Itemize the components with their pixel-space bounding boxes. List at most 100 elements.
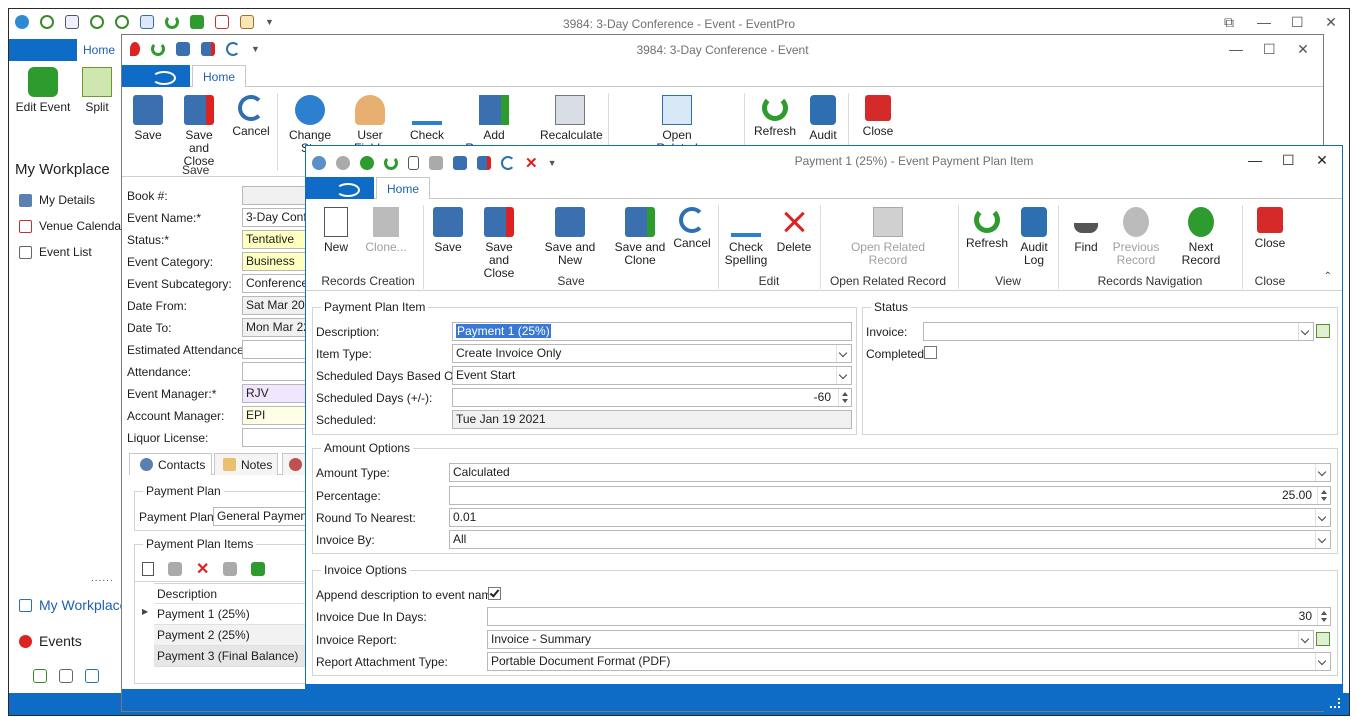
percentage-field[interactable]: 25.00 [449, 486, 1331, 505]
nav-item-venue-calendar[interactable]: Venue Calendar [19, 219, 125, 233]
save-and-close-button[interactable]: Save and Close [174, 95, 224, 168]
spinner-icon[interactable] [838, 389, 851, 406]
table-row[interactable]: Payment 1 (25%) [154, 604, 314, 625]
clone-button[interactable]: Clone... [362, 207, 410, 254]
add-invoice-icon[interactable] [1316, 324, 1330, 338]
invoice-due-field[interactable]: 30 [487, 607, 1331, 626]
description-field[interactable]: Payment 1 (25%) [452, 322, 852, 341]
tab-contacts[interactable]: Contacts [129, 453, 212, 475]
delete-icon[interactable]: ✕ [525, 154, 538, 172]
nav-item-event-list[interactable]: Event List [19, 245, 92, 259]
collapse-ribbon-icon[interactable]: ⌃ [1324, 271, 1332, 282]
audit-button[interactable]: Audit [806, 95, 840, 142]
minimize-button[interactable]: — [1229, 41, 1243, 58]
refresh-icon[interactable] [384, 156, 398, 170]
tab-more[interactable] [282, 453, 306, 475]
new-button[interactable]: New [318, 207, 354, 254]
nav-events[interactable]: Events [19, 633, 82, 649]
event-manager-field[interactable]: RJV [242, 384, 312, 403]
delete-icon[interactable]: ✕ [196, 559, 209, 579]
printer-icon[interactable] [59, 669, 73, 683]
open-related-icon[interactable] [251, 562, 266, 576]
chevron-down-icon[interactable] [836, 345, 851, 362]
event-home-tab[interactable]: Home [192, 65, 247, 88]
spinner-icon[interactable] [1317, 487, 1330, 504]
save-and-close-button[interactable]: Save and Close [474, 207, 524, 280]
up-icon[interactable] [336, 156, 350, 170]
chevron-down-icon[interactable] [1315, 531, 1330, 548]
chevron-down-icon[interactable] [836, 367, 851, 384]
event-name-field[interactable]: 3-Day Confe [242, 208, 312, 227]
date-to-field[interactable]: Mon Mar 22 [242, 318, 312, 337]
subcategory-field[interactable]: Conference [242, 274, 312, 293]
save-close-icon[interactable] [477, 156, 491, 170]
invoice-by-select[interactable]: All [449, 530, 1331, 549]
minimize-button[interactable]: — [1248, 152, 1262, 169]
chevron-down-icon[interactable] [1315, 464, 1330, 481]
event-file-tab[interactable] [122, 65, 190, 87]
category-field[interactable]: Business [242, 252, 312, 271]
attachment-type-select[interactable]: Portable Document Format (PDF) [487, 652, 1331, 671]
item-file-tab[interactable] [306, 177, 374, 199]
new-icon[interactable] [408, 156, 419, 170]
invoice-select[interactable] [923, 322, 1314, 341]
chevron-down-icon[interactable] [1298, 631, 1313, 648]
split-button[interactable]: Split [81, 67, 113, 114]
audit-log-button[interactable]: Audit Log [1016, 207, 1052, 267]
spinner-icon[interactable] [1317, 608, 1330, 625]
next-record-button[interactable]: Next Record [1168, 207, 1234, 267]
splitter-grip[interactable]: ...... [91, 573, 114, 584]
chevron-down-icon[interactable] [1315, 509, 1330, 526]
column-description[interactable]: Description [154, 583, 314, 604]
check-spelling-button[interactable]: Check Spelling [724, 207, 768, 267]
down-icon[interactable] [360, 156, 374, 170]
report-icon[interactable] [33, 669, 47, 683]
estimated-attendance-field[interactable] [242, 340, 312, 359]
resize-grip-icon[interactable] [1330, 698, 1340, 708]
maximize-button[interactable]: ☐ [1263, 41, 1276, 58]
close-button[interactable]: ✕ [1297, 41, 1309, 58]
close-button[interactable]: ✕ [1325, 14, 1337, 31]
amount-type-select[interactable]: Calculated [449, 463, 1331, 482]
close-item-button[interactable]: Close [1250, 207, 1290, 250]
delete-button[interactable]: Delete [774, 207, 814, 254]
attendance-field[interactable] [242, 362, 312, 381]
document-icon[interactable] [223, 562, 238, 576]
account-manager-field[interactable]: EPI [242, 406, 312, 425]
round-select[interactable]: 0.01 [449, 508, 1331, 527]
table-row[interactable]: Payment 2 (25%) [154, 625, 314, 646]
based-on-select[interactable]: Event Start [452, 366, 852, 385]
users-icon[interactable] [85, 669, 99, 683]
close-event-button[interactable]: Close [858, 95, 898, 138]
payment-plan-field[interactable]: General Payment P [213, 507, 313, 526]
close-button[interactable]: ✕ [1316, 152, 1328, 169]
tab-notes[interactable]: Notes [214, 453, 278, 475]
open-related-record-button[interactable]: Open Related Record [846, 207, 930, 267]
maximize-button[interactable]: ☐ [1282, 152, 1295, 169]
minimize-button[interactable]: — [1257, 14, 1271, 31]
invoice-report-select[interactable]: Invoice - Summary [487, 630, 1314, 649]
refresh-button[interactable]: Refresh [752, 95, 798, 138]
new-icon[interactable] [142, 562, 154, 576]
nav-item-my-details[interactable]: My Details [19, 193, 95, 207]
app-logo-icon[interactable] [312, 156, 326, 170]
recalculate-button[interactable]: Recalculate [540, 95, 603, 142]
undo-icon[interactable] [501, 156, 515, 170]
scheduled-field[interactable]: Tue Jan 19 2021 [452, 410, 852, 429]
completed-checkbox[interactable] [924, 346, 937, 359]
save-button[interactable]: Save [130, 95, 166, 142]
save-button[interactable]: Save [430, 207, 466, 254]
save-and-new-button[interactable]: Save and New [532, 207, 608, 267]
save-and-clone-button[interactable]: Save and Clone [614, 207, 666, 267]
append-description-checkbox[interactable] [488, 587, 501, 600]
item-home-tab[interactable]: Home [376, 177, 431, 200]
scheduled-days-field[interactable]: -60 [452, 388, 852, 407]
previous-record-button[interactable]: Previous Record [1110, 207, 1162, 267]
main-file-tab[interactable] [9, 39, 77, 61]
item-type-select[interactable]: Create Invoice Only [452, 344, 852, 363]
cancel-button[interactable]: Cancel [232, 95, 270, 138]
chevron-down-icon[interactable] [1298, 323, 1313, 340]
liquor-license-field[interactable] [242, 428, 312, 447]
clone-icon[interactable] [168, 562, 182, 576]
main-home-tab[interactable]: Home [83, 43, 115, 57]
